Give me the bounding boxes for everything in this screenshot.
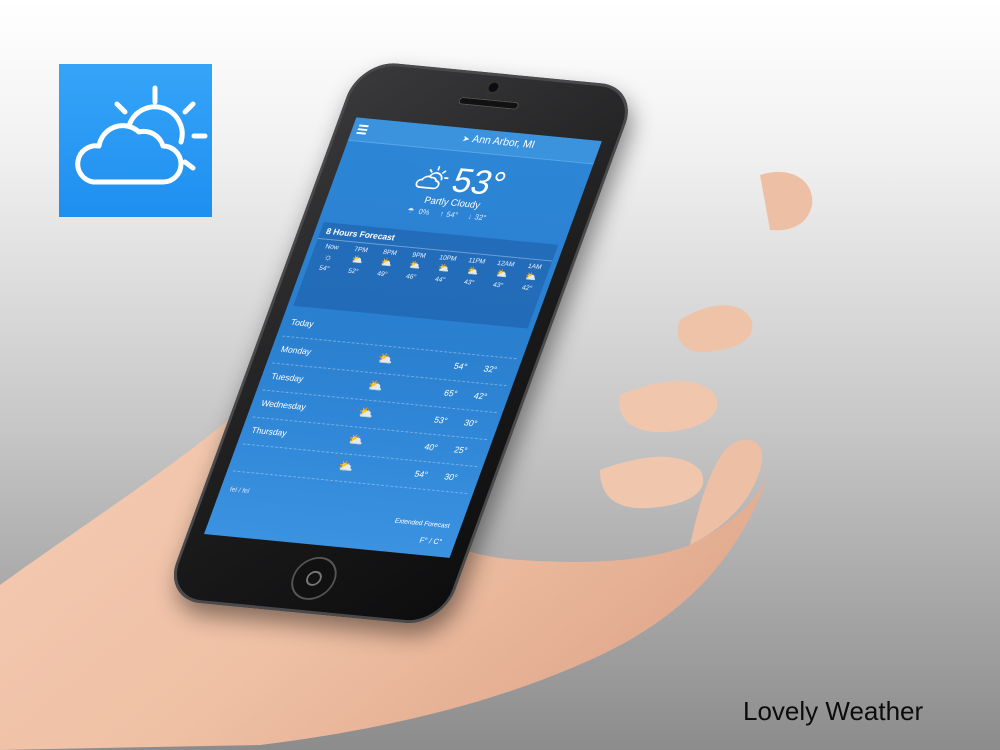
hour-temp: 52° [346, 267, 360, 276]
partly-cloudy-icon: ⛅ [407, 260, 423, 272]
hour-time: Now [324, 243, 340, 252]
day-low: 25° [452, 444, 469, 456]
day-low: 30° [462, 417, 479, 429]
hour-time: 10PM [438, 254, 458, 263]
hour-time: 9PM [410, 251, 427, 260]
low: ↓32° [466, 212, 488, 223]
caption-title: Lovely Weather [743, 696, 924, 726]
hour-temp: 46° [404, 273, 418, 281]
partly-cloudy-icon: ⛅ [494, 268, 510, 281]
front-camera [487, 82, 500, 93]
hour-temp: 54° [317, 265, 331, 273]
hour-time: 8PM [381, 249, 398, 257]
hour-time: 7PM [352, 246, 369, 255]
partly-cloudy-icon: ⛅ [365, 377, 386, 394]
earpiece-speaker [457, 96, 520, 110]
partly-cloudy-icon: ⛅ [378, 257, 394, 269]
daily-forecast-list: Today Monday ⛅ 54° 32° Tuesday ⛅ 65° 42° Wednesda… [232, 309, 527, 495]
home-button[interactable] [284, 554, 344, 602]
menu-icon[interactable] [356, 124, 369, 135]
day-high: 65° [442, 388, 459, 399]
location-arrow-icon: ➤ [461, 133, 472, 144]
day-name: Tuesday [269, 371, 305, 384]
day-name: Thursday [250, 425, 289, 438]
units-toggle[interactable]: F° / C° [418, 536, 443, 547]
hour-time: 12AM [495, 260, 516, 269]
units-label-left: fel / fel [228, 486, 251, 495]
day-high: 54° [413, 468, 430, 480]
day-high: 40° [423, 441, 440, 453]
hour-temp: 42° [520, 284, 533, 293]
day-low: 30° [442, 471, 459, 483]
hour-time: 11PM [467, 257, 487, 266]
partly-cloudy-icon: ⛅ [465, 266, 481, 278]
high: ↑54° [438, 209, 460, 220]
hour-temp: 43° [491, 281, 504, 290]
partly-cloudy-icon: ⛅ [355, 404, 377, 421]
partly-cloudy-icon: ⛅ [375, 350, 396, 367]
partly-cloudy-icon: ⛅ [336, 458, 357, 475]
day-low: 42° [472, 390, 489, 402]
hour-temp: 44° [433, 276, 447, 284]
day-name: Monday [279, 344, 313, 357]
hour-time: 1AM [526, 263, 543, 271]
partly-cloudy-icon [415, 165, 449, 190]
current-conditions: 53° Partly Cloudy ☂ 0% ↑54° ↓32° [324, 149, 591, 230]
day-high: 54° [452, 361, 469, 372]
location-label[interactable]: ➤Ann Arbor, MI [397, 127, 600, 157]
sun-icon: ☼ [322, 252, 335, 264]
hour-temp: 43° [462, 279, 476, 287]
partly-cloudy-icon: ⛅ [349, 254, 365, 267]
day-low: 32° [482, 363, 499, 375]
precip: ☂ 0% [405, 206, 432, 217]
day-name: Wednesday [259, 398, 308, 412]
partly-cloudy-icon: ⛅ [523, 271, 539, 283]
extended-forecast-link[interactable]: Extended Forecast [394, 518, 451, 530]
day-high: 53° [432, 414, 449, 426]
partly-cloudy-icon: ⛅ [436, 263, 452, 275]
partly-cloudy-icon: ⛅ [346, 431, 367, 448]
hour-temp: 49° [375, 270, 389, 279]
day-name: Today [289, 317, 316, 329]
